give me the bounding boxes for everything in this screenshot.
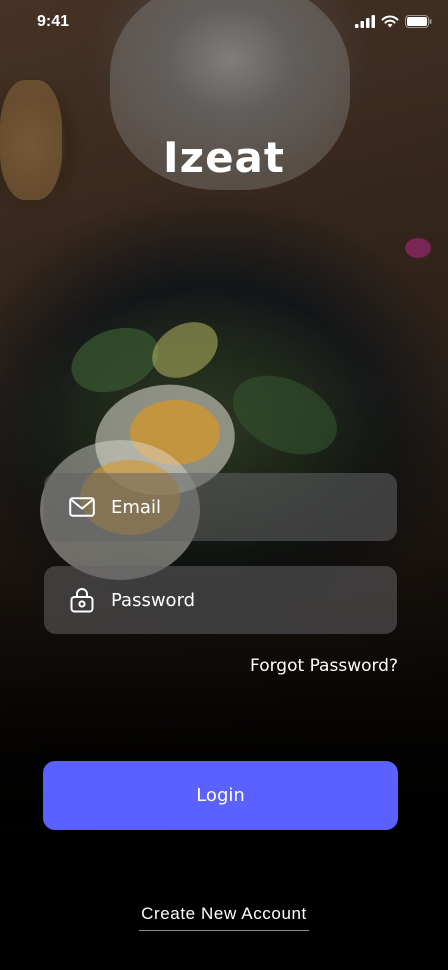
status-time: 9:41	[37, 13, 70, 30]
email-field[interactable]	[44, 473, 397, 541]
background-flower	[405, 238, 431, 258]
background-egg-yolk	[130, 400, 220, 465]
create-account-link[interactable]: Create New Account	[139, 904, 309, 931]
password-input[interactable]	[111, 589, 361, 611]
background-leaf	[62, 316, 168, 404]
lock-icon	[69, 587, 95, 613]
password-field[interactable]	[44, 566, 397, 634]
status-bar: 9:41	[0, 0, 448, 44]
app-title: Izeat	[163, 133, 285, 182]
background-avocado	[142, 310, 228, 390]
envelope-icon	[69, 494, 95, 520]
forgot-password-link[interactable]: Forgot Password?	[250, 656, 398, 676]
background-leaf	[220, 360, 350, 470]
wifi-icon	[381, 15, 399, 28]
signal-icon	[355, 15, 375, 28]
create-account-container: Create New Account	[0, 904, 448, 931]
email-input[interactable]	[111, 496, 361, 518]
status-icons	[355, 15, 432, 28]
battery-icon	[405, 15, 432, 28]
login-screen: 9:41 Izeat Email Forgot Password? Login …	[0, 0, 448, 970]
login-button[interactable]: Login	[43, 761, 398, 830]
